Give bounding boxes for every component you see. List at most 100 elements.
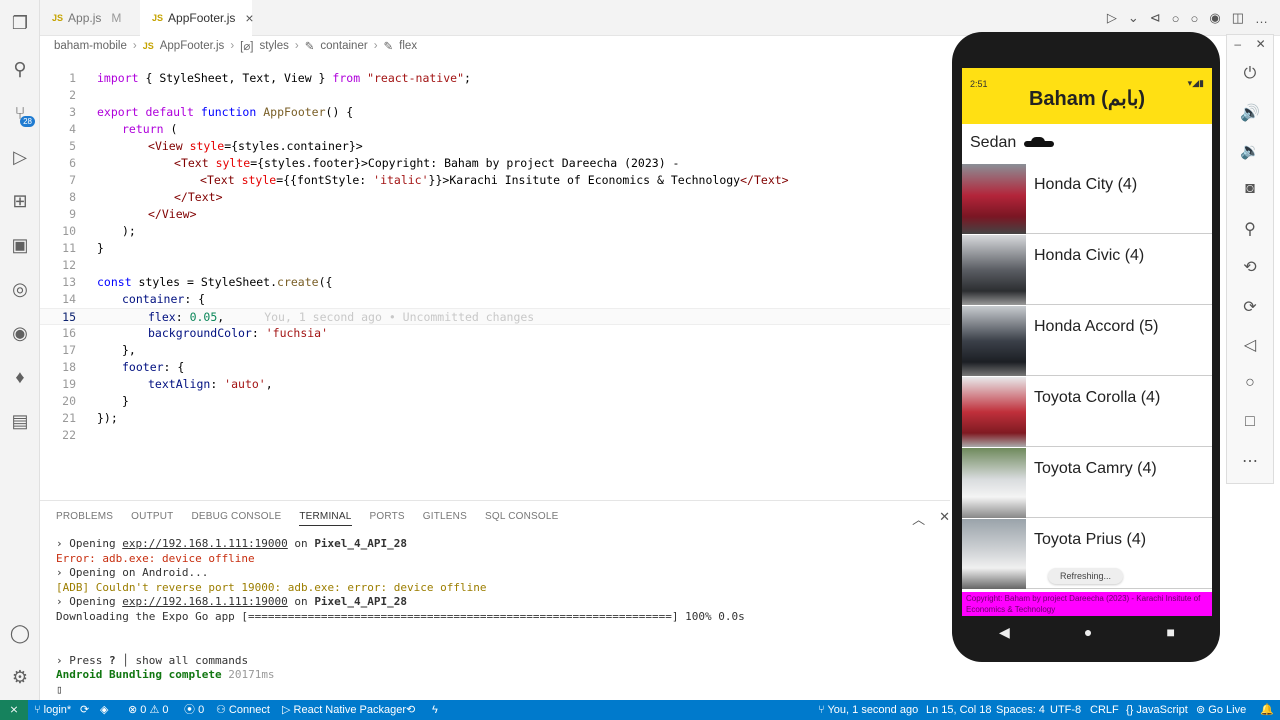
breadcrumb-styles[interactable]: styles — [259, 40, 288, 52]
breadcrumb-container[interactable]: container — [320, 40, 367, 52]
car-list-item[interactable]: Toyota Camry (4) — [962, 448, 1212, 518]
connect-button[interactable]: ⚇ Connect — [216, 700, 270, 720]
car-thumbnail — [962, 306, 1026, 376]
code-editor[interactable]: 1 import { StyleSheet, Text, View } from … — [40, 56, 950, 500]
back-icon[interactable]: ◁ — [1227, 335, 1273, 355]
line-code: <Text style={{fontStyle: 'italic'}}>Kara… — [200, 173, 789, 187]
tab-app-js[interactable]: JS App.js M — [40, 0, 140, 36]
line-code: import { StyleSheet, Text, View } from "… — [97, 71, 471, 85]
remote-indicator-icon[interactable]: ⨯ — [0, 700, 28, 720]
branch-indicator[interactable]: ⑂ login* — [34, 700, 71, 720]
line-endings[interactable]: CRLF — [1090, 700, 1119, 720]
activity-bar: ❐ ⚲ ⑂ 28 ▷ ⊞ ▣ ◎ ◉ ♦ ▤ ◯ ⚙ — [0, 0, 40, 700]
notifications-icon[interactable]: 🔔 — [1260, 700, 1274, 720]
more-icon[interactable]: ⋯ — [1227, 451, 1273, 471]
line-code: <View style={styles.container}> — [148, 139, 363, 153]
code-line: 5 <View style={styles.container}> — [40, 138, 950, 155]
go-live-button[interactable]: ⊚ Go Live — [1196, 700, 1246, 720]
home-icon[interactable]: ○ — [1227, 374, 1273, 392]
gitlens-icon[interactable]: ◎ — [0, 270, 40, 308]
tab-debug-console[interactable]: DEBUG CONSOLE — [191, 511, 281, 526]
code-line: 20} — [40, 393, 950, 410]
encoding[interactable]: UTF-8 — [1050, 700, 1081, 720]
line-number: 13 — [62, 275, 76, 289]
search-icon[interactable]: ⚲ — [0, 50, 40, 88]
open-changes-icon[interactable]: ⊲ — [1150, 10, 1161, 26]
close-panel-icon[interactable]: ✕ — [939, 509, 950, 528]
gitlens-inspect-icon[interactable]: ◉ — [1209, 10, 1220, 26]
run-icon[interactable]: ▷ — [1107, 10, 1117, 26]
tab-ports[interactable]: PORTS — [370, 511, 405, 526]
code-line: 11} — [40, 240, 950, 257]
inline-blame: You, 1 second ago • Uncommitted changes — [264, 310, 535, 324]
git-graph-icon[interactable]: ◈ — [100, 700, 108, 720]
line-number: 2 — [69, 88, 76, 102]
close-icon[interactable]: × — [245, 10, 253, 26]
volume-up-icon[interactable]: 🔊 — [1227, 103, 1273, 123]
blame-indicator[interactable]: ⑂ You, 1 second ago — [818, 700, 918, 720]
lightning-icon[interactable]: ϟ — [432, 700, 438, 720]
previous-change-icon[interactable]: ○ — [1172, 11, 1180, 26]
database-icon[interactable]: ▤ — [0, 402, 40, 440]
breadcrumb-file[interactable]: AppFooter.js — [160, 40, 225, 52]
code-line: 4 return ( — [40, 121, 950, 138]
mongodb-leaf-icon[interactable]: ♦ — [0, 358, 40, 396]
car-thumbnail — [962, 448, 1026, 518]
code-line: 19 textAlign: 'auto', — [40, 376, 950, 393]
more-actions-icon[interactable]: … — [1255, 11, 1268, 26]
next-change-icon[interactable]: ○ — [1191, 11, 1199, 26]
remote-explorer-icon[interactable]: ▣ — [0, 226, 40, 264]
recents-icon[interactable]: ■ — [1166, 624, 1174, 640]
sync-icon[interactable]: ⟳ — [80, 700, 89, 720]
tab-problems[interactable]: PROBLEMS — [56, 511, 113, 526]
problems-indicator[interactable]: ⊗ 0 ⚠ 0 — [128, 700, 168, 720]
extensions-icon[interactable]: ⊞ — [0, 182, 40, 220]
docker-icon[interactable]: ◉ — [0, 314, 40, 352]
tab-appfooter-js[interactable]: JS AppFooter.js × — [140, 0, 254, 36]
run-debug-icon[interactable]: ▷ — [0, 138, 40, 176]
indentation[interactable]: Spaces: 4 — [996, 700, 1045, 720]
car-list-item[interactable]: Honda Civic (4) — [962, 235, 1212, 305]
explorer-icon[interactable]: ❐ — [0, 4, 40, 42]
car-list-item[interactable]: Honda Accord (5) — [962, 306, 1212, 376]
settings-gear-icon[interactable]: ⚙ — [0, 658, 40, 696]
refreshing-toast: Refreshing... — [1048, 568, 1124, 584]
ports-indicator[interactable]: ⦿ 0 — [184, 700, 204, 720]
back-icon[interactable]: ◀ — [999, 624, 1010, 641]
phone-screen[interactable]: 2:51 ▾◢▮ Baham (بابم) Sedan Honda City (… — [962, 68, 1212, 616]
line-code: } — [97, 241, 104, 255]
language-mode[interactable]: {} JavaScript — [1126, 700, 1188, 720]
overview-icon[interactable]: □ — [1227, 413, 1273, 431]
car-list-item[interactable]: Honda City (4) — [962, 164, 1212, 234]
rotate-right-icon[interactable]: ⟳ — [1227, 297, 1273, 317]
rotate-left-icon[interactable]: ⟲ — [1227, 257, 1273, 277]
minimize-icon[interactable]: – — [1234, 37, 1241, 51]
android-nav-bar: ◀ ● ■ — [962, 616, 1212, 648]
volume-down-icon[interactable]: 🔉 — [1227, 141, 1273, 161]
source-control-icon[interactable]: ⑂ 28 — [0, 94, 40, 132]
chevron-down-icon[interactable]: ⌄ — [1128, 10, 1139, 26]
tab-terminal[interactable]: TERMINAL — [299, 511, 352, 526]
account-icon[interactable]: ◯ — [0, 614, 40, 652]
terminal-output[interactable]: › Opening exp://192.168.1.111:19000 on P… — [56, 537, 745, 698]
editor-toolbar: ▷ ⌄ ⊲ ○ ○ ◉ ◫ … — [1107, 0, 1280, 36]
cursor-position[interactable]: Ln 15, Col 18 — [926, 700, 991, 720]
camera-icon[interactable]: ◙ — [1227, 180, 1273, 198]
refresh-icon[interactable]: ⟲ — [406, 700, 415, 720]
car-list-item[interactable]: Toyota Corolla (4) — [962, 377, 1212, 447]
emulator-toolbar: – ✕ ⏻ 🔊 🔉 ◙ ⚲ ⟲ ⟳ ◁ ○ □ ⋯ — [1226, 34, 1274, 484]
tab-sql-console[interactable]: SQL CONSOLE — [485, 511, 559, 526]
close-icon[interactable]: ✕ — [1256, 37, 1266, 51]
line-number: 19 — [62, 377, 76, 391]
zoom-icon[interactable]: ⚲ — [1227, 219, 1273, 239]
react-native-packager[interactable]: ▷ React Native Packager — [282, 700, 406, 720]
tab-gitlens[interactable]: GITLENS — [423, 511, 467, 526]
home-icon[interactable]: ● — [1084, 624, 1092, 640]
tab-output[interactable]: OUTPUT — [131, 511, 173, 526]
breadcrumb-flex[interactable]: flex — [399, 40, 417, 52]
split-editor-icon[interactable]: ◫ — [1232, 10, 1244, 26]
power-icon[interactable]: ⏻ — [1227, 65, 1273, 83]
maximize-panel-icon[interactable]: ︿ — [912, 509, 925, 528]
breadcrumb-folder[interactable]: baham-mobile — [54, 40, 127, 52]
wrench-icon: ✎ — [383, 41, 394, 53]
